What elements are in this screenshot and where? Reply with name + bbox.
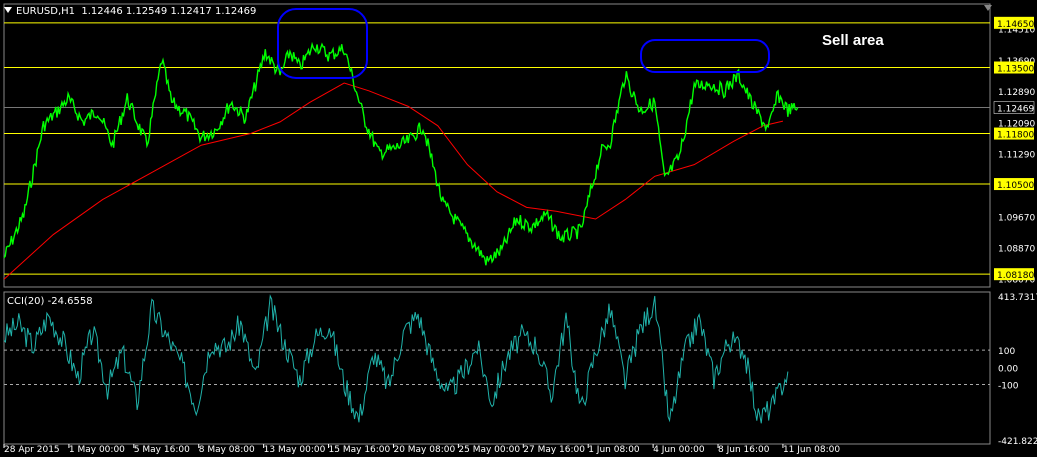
cci-panel-border — [3, 291, 991, 445]
time-tick-label: 8 May 08:00 — [199, 445, 255, 455]
chart-canvas: 1.145101.136901.128901.120901.112901.096… — [3, 3, 1037, 455]
time-tick-label: 28 Apr 2015 — [4, 445, 60, 455]
price-tick-label: 1.11290 — [998, 150, 1035, 160]
time-tick-label: 1 May 00:00 — [69, 445, 125, 455]
shift-marker-icon — [984, 5, 992, 11]
chevron-down-icon[interactable] — [4, 7, 12, 13]
time-tick-label: 13 May 00:00 — [264, 445, 326, 455]
price-tick-label: 1.08870 — [998, 244, 1035, 254]
level-tag-label: 1.11800 — [997, 131, 1034, 141]
cci-axis: 413.7317 100 0.00 -100 -421.8225 — [998, 293, 1037, 447]
moving-average-series — [3, 82, 784, 280]
cci-tick-label: 413.7317 — [998, 293, 1037, 303]
level-tag-label: 1.08180 — [997, 271, 1034, 281]
price-line — [3, 41, 799, 266]
time-tick-label: 20 May 08:00 — [393, 445, 455, 455]
current-price-label: 1.12469 — [997, 105, 1034, 115]
cci-tick-label: -421.8225 — [998, 437, 1037, 447]
time-tick-label: 15 May 16:00 — [329, 445, 391, 455]
symbol-label: EURUSD,H1 — [16, 6, 76, 17]
time-tick-label: 4 Jun 00:00 — [653, 445, 705, 455]
horizontal-levels — [4, 22, 990, 275]
time-tick-label: 1 Jun 08:00 — [588, 445, 640, 455]
time-axis: 28 Apr 2015 1 May 00:00 5 May 16:00 8 May 0… — [3, 444, 840, 455]
sell-area-label: Sell area — [822, 32, 884, 49]
time-tick-label: 25 May 00:00 — [458, 445, 520, 455]
cci-tick-label: 0.00 — [998, 364, 1018, 374]
time-tick-label: 5 May 16:00 — [134, 445, 190, 455]
cci-tick-label: 100 — [998, 347, 1015, 357]
level-tag-label: 1.14650 — [997, 20, 1034, 30]
price-tick-label: 1.09670 — [998, 213, 1035, 223]
time-tick-label: 11 Jun 08:00 — [783, 445, 840, 455]
time-tick-label: 27 May 16:00 — [523, 445, 585, 455]
price-tick-label: 1.12890 — [998, 88, 1035, 98]
ohlc-readout: 1.12446 1.12549 1.12417 1.12469 — [81, 6, 257, 17]
level-tag-label: 1.10500 — [997, 181, 1034, 191]
price-series — [3, 41, 799, 266]
level-tag-label: 1.13500 — [997, 65, 1034, 75]
cci-line — [3, 294, 789, 424]
cci-tick-label: -100 — [998, 382, 1019, 392]
cci-indicator-label: CCI(20) -24.6558 — [7, 296, 93, 307]
moving-average-line — [3, 82, 784, 280]
chart-header[interactable]: EURUSD,H1 1.12446 1.12549 1.12417 1.1246… — [4, 6, 256, 17]
cci-series — [3, 294, 990, 424]
time-tick-label: 8 Jun 16:00 — [718, 445, 770, 455]
price-axis: 1.145101.136901.128901.120901.112901.096… — [993, 16, 1035, 285]
